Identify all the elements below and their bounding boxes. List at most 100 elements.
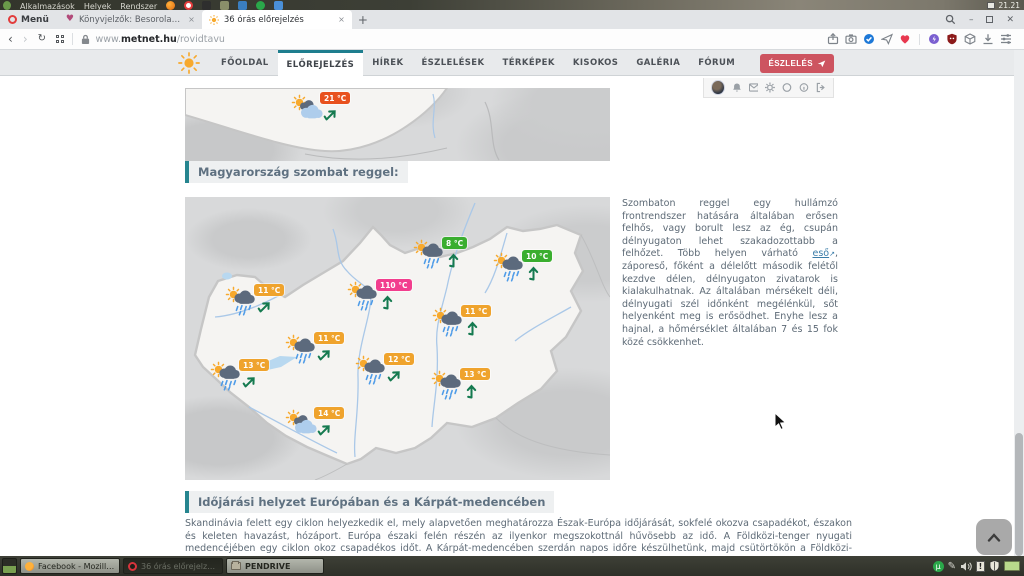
bell-icon[interactable]: [732, 82, 742, 93]
opera-icon: [128, 562, 137, 571]
scrollbar-thumb[interactable]: [1015, 433, 1023, 556]
browser-window: Menü ♥ Könyvjelzők: Besorolatl... × 36 ó…: [0, 10, 1024, 556]
lock-icon[interactable]: [81, 34, 90, 45]
heart-icon[interactable]: [899, 33, 911, 45]
back-button[interactable]: ‹: [8, 33, 13, 45]
utorrent-icon[interactable]: [256, 1, 265, 10]
download-icon[interactable]: [982, 33, 994, 45]
player-icon[interactable]: [274, 1, 283, 10]
tab-close-icon[interactable]: ×: [188, 15, 195, 24]
check-circle-icon[interactable]: [863, 33, 875, 45]
search-icon[interactable]: [945, 14, 956, 25]
nav-item-kisokos[interactable]: KISOKOS: [564, 50, 627, 76]
sun-cloud-rain-icon: [285, 334, 317, 364]
page-scrollbar[interactable]: [1014, 50, 1024, 556]
gear-icon[interactable]: [765, 82, 775, 93]
webpage: FŐOLDAL ELŐREJELZÉS HÍREK ÉSZLELÉSEK TÉR…: [0, 50, 1014, 556]
tab-title: Könyvjelzők: Besorolatl...: [79, 15, 183, 25]
temperature-badge: 11 °C: [254, 284, 284, 296]
show-desktop-button[interactable]: [2, 558, 17, 574]
pen-icon[interactable]: ✎: [948, 561, 956, 572]
nav-item-forum[interactable]: FÓRUM: [689, 50, 744, 76]
taskbar-window-pendrive[interactable]: PENDRIVE: [226, 558, 324, 574]
rain-link[interactable]: eső: [812, 248, 829, 259]
nav-item-terkepek[interactable]: TÉRKÉPEK: [494, 50, 564, 76]
nav-item-galeria[interactable]: GALÉRIA: [627, 50, 689, 76]
utorrent-icon[interactable]: µ: [933, 561, 944, 572]
opera-logo-icon: [8, 15, 17, 24]
speed-dial-icon[interactable]: [56, 35, 64, 43]
volume-icon[interactable]: [960, 561, 972, 572]
terminal-icon[interactable]: [202, 1, 211, 10]
address-bar[interactable]: www.metnet.hu/rovidtavu: [96, 34, 225, 45]
tab-close-icon[interactable]: ×: [338, 15, 345, 24]
opera-icon[interactable]: [184, 1, 193, 10]
nav-item-eszlelesek[interactable]: ÉSZLELÉSEK: [412, 50, 493, 76]
circle-o-icon[interactable]: [782, 82, 792, 93]
sun-cloud-rain-icon: [431, 370, 463, 400]
firefox-icon[interactable]: [166, 1, 175, 10]
sun-cloud-rain-icon: [347, 281, 379, 311]
morning-forecast-text: Szombaton reggel egy hullámzó frontrends…: [622, 198, 838, 349]
firefox-icon: [25, 562, 34, 571]
scroll-to-top-button[interactable]: [976, 519, 1012, 555]
wind-arrow-up-icon: [527, 264, 540, 281]
nav-item-elorejelzes[interactable]: ELŐREJELZÉS: [278, 50, 364, 76]
nav-item-fooldal[interactable]: FŐOLDAL: [212, 50, 278, 76]
system-tray: µ ✎ !: [933, 560, 1022, 572]
weather-station: 10 °C: [493, 250, 563, 296]
shield-icon[interactable]: [989, 560, 1000, 572]
avatar[interactable]: [711, 80, 725, 95]
info-circle-icon[interactable]: [799, 82, 809, 93]
camera-icon[interactable]: [845, 33, 857, 45]
forecast-map-afternoon: 21 °C: [185, 88, 610, 161]
opera-menu-button[interactable]: Menü: [0, 10, 59, 29]
bookmarks-heart-icon: ♥: [66, 15, 74, 24]
package-icon[interactable]: [964, 33, 976, 45]
adblock-shield-icon[interactable]: [946, 33, 958, 45]
minimize-button[interactable]: –: [969, 15, 974, 25]
wind-arrow-ne-icon: [315, 419, 336, 440]
panel-notification-icon[interactable]: [987, 2, 995, 9]
mouse-cursor: [774, 412, 787, 431]
forward-button[interactable]: ›: [23, 33, 28, 45]
panel-menu-places[interactable]: Helyek: [84, 1, 111, 10]
wind-arrow-up-icon: [447, 251, 460, 268]
browser-tab-bar: Menü ♥ Könyvjelzők: Besorolatl... × 36 ó…: [0, 10, 1024, 29]
panel-menu-system[interactable]: Rendszer: [120, 1, 157, 10]
panel-clock: 21.21: [999, 1, 1020, 10]
weather-station: 11 °C: [432, 305, 502, 351]
mail-icon[interactable]: [238, 1, 247, 10]
weather-station: 13 °C: [210, 359, 280, 405]
maximize-button[interactable]: [986, 16, 993, 23]
panel-menu-applications[interactable]: Alkalmazások: [20, 1, 75, 10]
clipboard-alert-icon[interactable]: !: [976, 561, 985, 572]
logout-icon[interactable]: [816, 82, 826, 93]
wind-arrow-ne-icon: [321, 104, 342, 125]
desktop-top-panel: Alkalmazások Helyek Rendszer 21.21: [0, 0, 1024, 10]
temperature-badge: 8 °C: [442, 237, 467, 249]
distro-menu-icon[interactable]: [3, 1, 11, 10]
share-icon[interactable]: [827, 33, 839, 45]
tab-forecast[interactable]: 36 órás előrejelzés ×: [202, 10, 352, 29]
sun-clouds-icon: [285, 409, 317, 439]
reload-button[interactable]: ↻: [38, 33, 46, 45]
observation-button[interactable]: ÉSZLELÉS: [760, 54, 834, 73]
taskbar-window-forecast[interactable]: 36 órás előrejelzés - O...: [123, 558, 223, 574]
europe-situation-text: Skandinávia felett egy ciklon helyezkedi…: [185, 518, 852, 556]
editor-icon[interactable]: [220, 1, 229, 10]
taskbar-window-firefox[interactable]: Facebook - Mozilla Fire...: [20, 558, 120, 574]
wind-arrow-ne-icon: [315, 344, 336, 365]
metnet-logo-sun-icon[interactable]: [178, 52, 200, 74]
new-tab-button[interactable]: +: [352, 10, 374, 29]
close-button[interactable]: ✕: [1006, 15, 1014, 25]
temperature-badge: 11 °C: [461, 305, 491, 317]
purple-extension-icon[interactable]: [928, 33, 940, 45]
send-icon[interactable]: [881, 33, 893, 45]
envelope-icon[interactable]: [749, 83, 759, 92]
tab-title: 36 órás előrejelzés: [224, 15, 333, 25]
tune-icon[interactable]: [1000, 33, 1012, 45]
nav-item-hirek[interactable]: HÍREK: [363, 50, 412, 76]
tab-bookmarks[interactable]: ♥ Könyvjelzők: Besorolatl... ×: [59, 10, 202, 29]
temperature-badge: 13 °C: [460, 368, 490, 380]
